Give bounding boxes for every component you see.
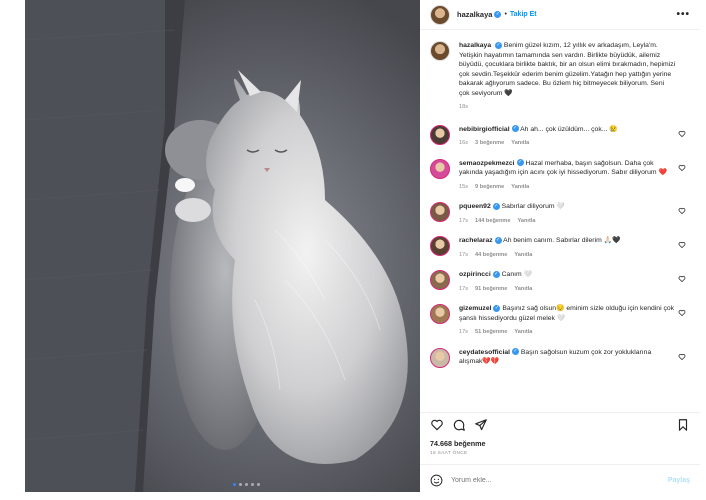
avatar[interactable]	[430, 347, 450, 368]
separator-dot: •	[504, 11, 507, 18]
comment-username[interactable]: rachelaraz	[459, 237, 493, 244]
comments-list[interactable]: hazalkaya ✓ Benim güzel kızım, 12 yıllık…	[420, 31, 700, 403]
heart-icon[interactable]	[678, 164, 686, 172]
avatar[interactable]	[430, 202, 450, 222]
left-margin	[0, 0, 25, 500]
comment-text: Canım 🤍	[501, 271, 532, 278]
bookmark-icon[interactable]	[676, 418, 690, 432]
verified-icon: ✓	[494, 11, 502, 18]
verified-icon: ✓	[492, 270, 500, 278]
likes-count[interactable]: 74.668 beğenme	[430, 439, 486, 448]
verified-icon: ✓	[516, 159, 524, 167]
reply-button[interactable]: Yanıtla	[514, 286, 532, 292]
comment-username[interactable]: gizemuzel	[459, 305, 491, 312]
comment-text: Ah ah... çok üzüldüm... çok... 😢	[520, 125, 618, 133]
verified-icon: ✓	[511, 125, 519, 133]
comment-row: ozpirincci ✓ Canım 🤍 17s 91 beğenme Yanıtla	[430, 270, 690, 294]
avatar[interactable]	[430, 270, 450, 290]
avatar[interactable]	[430, 158, 450, 179]
carousel-dot[interactable]	[257, 483, 260, 486]
comment-text: Sabırlar diliyorum 🤍	[501, 203, 565, 210]
post-username[interactable]: hazalkaya	[457, 10, 492, 19]
comment-time: 17s	[459, 329, 469, 335]
comment-username[interactable]: ozpirincci	[459, 271, 491, 278]
comment-likes[interactable]: 3 beğenme	[475, 140, 504, 146]
avatar[interactable]	[430, 236, 450, 256]
comment-time: 16s	[459, 140, 469, 146]
verified-icon: ✓	[494, 236, 502, 244]
heart-icon[interactable]	[678, 275, 686, 283]
comment-row: nebibirgiofficial ✓ Ah ah... çok üzüldüm.…	[430, 124, 690, 149]
heart-icon[interactable]	[678, 353, 686, 361]
carousel-dot[interactable]	[245, 483, 248, 486]
heart-icon[interactable]	[430, 418, 444, 432]
carousel-dot[interactable]	[233, 483, 236, 486]
post-header: hazalkaya ✓ • Takip Et •••	[420, 0, 700, 30]
comment-likes[interactable]: 144 beğenme	[475, 218, 510, 224]
post-comment-button[interactable]: Paylaş	[668, 477, 690, 484]
comment-likes[interactable]: 44 beğenme	[475, 252, 507, 258]
reply-button[interactable]: Yanıtla	[514, 252, 532, 258]
caption: hazalkaya ✓ Benim güzel kızım, 12 yıllık…	[430, 41, 690, 113]
avatar[interactable]	[430, 4, 450, 25]
comment-text: Ah benim canım. Sabırlar dilerim 🙏🏻🖤	[503, 237, 621, 244]
caption-username[interactable]: hazalkaya	[459, 42, 491, 49]
post-photo[interactable]	[25, 0, 420, 492]
caption-text: Benim güzel kızım, 12 yıllık ev arkadaşı…	[459, 42, 676, 97]
comment-likes[interactable]: 51 beğenme	[475, 329, 507, 335]
verified-icon: ✓	[492, 202, 500, 210]
avatar[interactable]	[430, 124, 450, 145]
verified-icon: ✓	[495, 41, 503, 49]
comment-input[interactable]	[451, 477, 668, 484]
reply-button[interactable]: Yanıtla	[511, 184, 529, 190]
add-comment-bar: Paylaş	[420, 464, 700, 496]
comment-row: semaozpekmezci ✓ Hazal merhaba, başın sağ…	[430, 158, 690, 193]
comment-likes[interactable]: 9 beğenme	[475, 184, 504, 190]
heart-icon[interactable]	[678, 207, 686, 215]
comment-username[interactable]: pqueen92	[459, 203, 491, 210]
carousel-dot[interactable]	[239, 483, 242, 486]
avatar[interactable]	[430, 41, 450, 61]
share-icon[interactable]	[474, 418, 488, 432]
reply-button[interactable]: Yanıtla	[517, 218, 535, 224]
verified-icon: ✓	[493, 304, 501, 312]
comment-row: gizemuzel ✓ Başınız sağ olsun😔 eminim siz…	[430, 304, 690, 338]
carousel-dot[interactable]	[251, 483, 254, 486]
caption-time: 18s	[459, 104, 469, 110]
action-bar	[420, 412, 700, 436]
reply-button[interactable]: Yanıtla	[511, 140, 529, 146]
comment-username[interactable]: ceydatesofficial	[459, 349, 510, 356]
comment-likes[interactable]: 91 beğenme	[475, 286, 507, 292]
follow-button[interactable]: Takip Et	[510, 11, 537, 18]
comment-row: pqueen92 ✓ Sabırlar diliyorum 🤍 17s 144 beğ…	[430, 202, 690, 226]
emoji-icon[interactable]	[430, 474, 443, 487]
comment-username[interactable]: nebibirgiofficial	[459, 126, 510, 133]
carousel-indicator	[233, 483, 260, 486]
more-icon[interactable]: •••	[676, 9, 690, 20]
cats-photo-image	[25, 0, 420, 492]
reply-button[interactable]: Yanıtla	[514, 329, 532, 335]
heart-icon[interactable]	[678, 241, 686, 249]
comment-time: 17s	[459, 285, 469, 292]
comment-time: 17s	[459, 251, 469, 258]
comment-time: 15s	[459, 183, 469, 190]
comment-row: rachelaraz ✓ Ah benim canım. Sabırlar dil…	[430, 236, 690, 260]
post-time-ago: 18 SAAT ÖNCE	[430, 451, 468, 456]
comment-time: 17s	[459, 217, 469, 224]
heart-icon[interactable]	[678, 309, 686, 317]
heart-icon[interactable]	[678, 130, 686, 138]
comment-row: ceydatesofficial ✓ Başın sağolsun kuzum ç…	[430, 347, 690, 368]
comment-icon[interactable]	[452, 418, 466, 432]
avatar[interactable]	[430, 304, 450, 324]
comment-username[interactable]: semaozpekmezci	[459, 160, 515, 167]
post-details-panel: hazalkaya ✓ • Takip Et ••• hazalkaya ✓ B…	[420, 0, 700, 500]
verified-icon: ✓	[512, 348, 519, 356]
